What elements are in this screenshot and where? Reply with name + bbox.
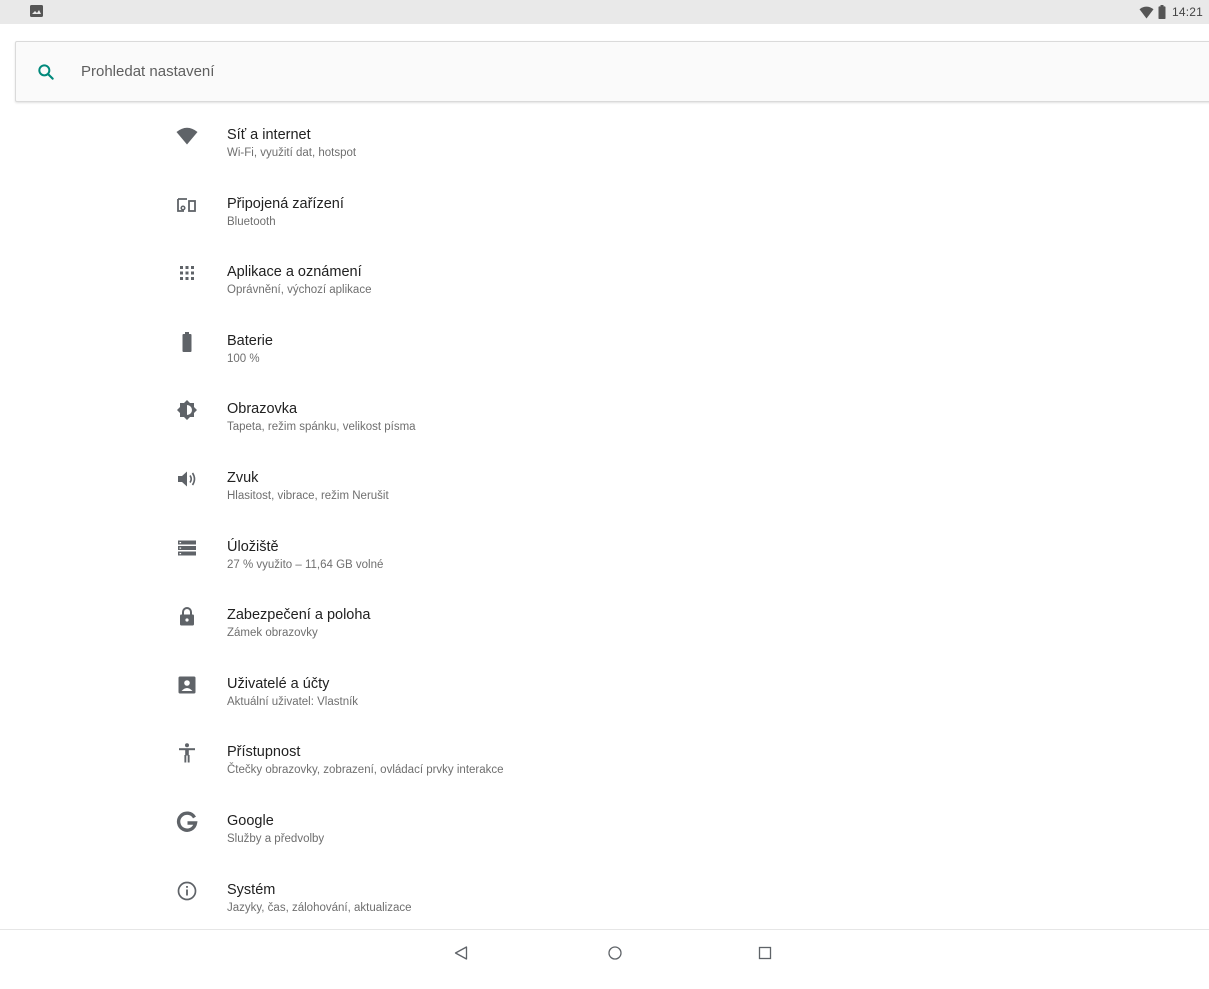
settings-item-subtitle: Zámek obrazovky [227,627,318,640]
settings-item-display[interactable]: Obrazovka Tapeta, režim spánku, velikost… [0,382,1209,451]
lock-icon [175,604,199,628]
settings-item-network[interactable]: Síť a internet Wi-Fi, využití dat, hotsp… [0,108,1209,177]
status-bar: 14:21 [0,0,1209,24]
back-icon [454,946,468,960]
search-bar[interactable]: Prohledat nastavení [15,41,1209,102]
settings-item-title: Přístupnost [227,744,301,761]
settings-item-google[interactable]: Google Služby a předvolby [0,794,1209,863]
settings-item-subtitle: Jazyky, čas, zálohování, aktualizace [227,901,412,914]
settings-item-subtitle: Wi-Fi, využití dat, hotspot [227,147,357,159]
apps-grid-icon [175,261,199,285]
home-button[interactable] [605,943,625,963]
wifi-icon [1139,6,1154,18]
settings-item-title: Síť a internet [227,127,311,143]
settings-item-title: Uživatelé a účty [227,675,330,692]
back-button[interactable] [451,943,471,963]
settings-item-subtitle: Oprávnění, výchozí aplikace [227,284,372,297]
storage-icon [175,536,199,560]
info-icon [175,879,199,903]
settings-item-title: Úložiště [227,538,279,555]
image-notification-icon [30,5,43,17]
settings-item-subtitle: 27 % využito – 11,64 GB volné [227,558,384,571]
settings-item-storage[interactable]: Úložiště 27 % využito – 11,64 GB volné [0,520,1209,589]
settings-item-battery[interactable]: Baterie 100 % [0,314,1209,383]
settings-item-apps[interactable]: Aplikace a oznámení Oprávnění, výchozí a… [0,245,1209,314]
settings-item-title: Připojená zařízení [227,195,344,212]
battery-icon [1158,5,1166,19]
settings-item-title: Aplikace a oznámení [227,264,362,281]
status-icons: 14:21 [1139,4,1203,20]
accessibility-icon [175,741,199,765]
settings-item-title: Obrazovka [227,401,298,418]
settings-item-subtitle: 100 % [227,352,260,365]
settings-item-subtitle: Aktuální uživatel: Vlastník [227,695,359,708]
settings-item-subtitle: Služby a předvolby [227,832,325,845]
settings-item-title: Baterie [227,332,273,349]
settings-item-sound[interactable]: Zvuk Hlasitost, vibrace, režim Nerušit [0,451,1209,520]
wifi-icon [175,124,199,148]
settings-item-title: Zvuk [227,469,259,486]
recents-button[interactable] [755,943,775,963]
search-icon [38,64,54,80]
status-time: 14:21 [1171,5,1203,19]
search-input[interactable]: Prohledat nastavení [81,63,214,80]
volume-icon [175,467,199,491]
navigation-bar [0,929,1209,989]
home-icon [608,946,622,960]
settings-item-system[interactable]: Systém Jazyky, čas, zálohování, aktualiz… [0,863,1209,932]
settings-list: Síť a internet Wi-Fi, využití dat, hotsp… [0,108,1209,931]
settings-item-subtitle: Bluetooth [227,215,276,228]
settings-item-title: Google [227,812,274,829]
settings-item-security[interactable]: Zabezpečení a poloha Zámek obrazovky [0,588,1209,657]
settings-item-users-accounts[interactable]: Uživatelé a účty Aktuální uživatel: Vlas… [0,657,1209,726]
google-icon [175,810,199,834]
settings-item-title: Zabezpečení a poloha [227,607,371,624]
settings-item-subtitle: Hlasitost, vibrace, režim Nerušit [227,489,389,502]
settings-item-subtitle: Tapeta, režim spánku, velikost písma [227,421,416,434]
settings-item-title: Systém [227,881,276,898]
settings-item-accessibility[interactable]: Přístupnost Čtečky obrazovky, zobrazení,… [0,725,1209,794]
battery-icon [175,330,199,354]
settings-item-connected-devices[interactable]: Připojená zařízení Bluetooth [0,177,1209,246]
brightness-icon [175,398,199,422]
account-icon [175,673,199,697]
devices-icon [175,193,199,217]
settings-item-subtitle: Čtečky obrazovky, zobrazení, ovládací pr… [227,764,504,777]
recents-icon [758,946,772,960]
